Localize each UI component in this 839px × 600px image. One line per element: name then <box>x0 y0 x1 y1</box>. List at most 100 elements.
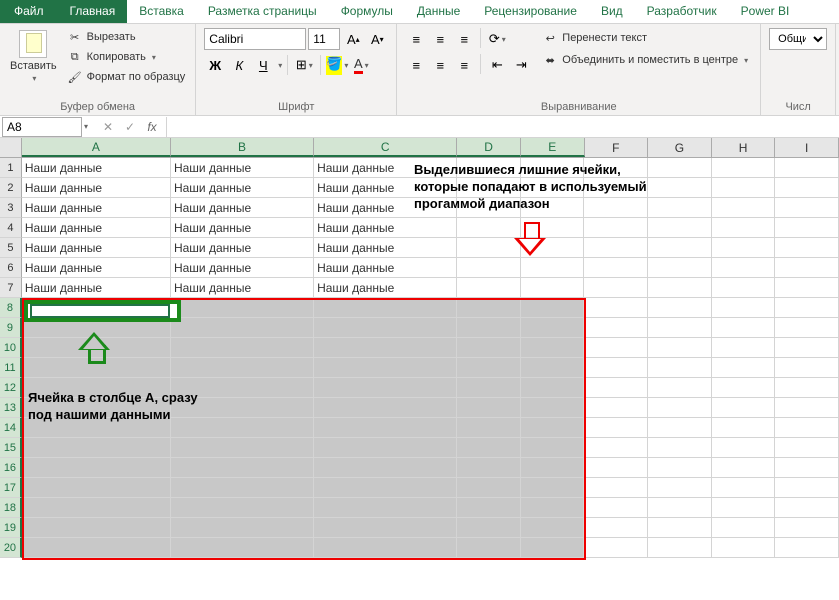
cell[interactable]: Наши данные <box>171 258 314 278</box>
cell[interactable] <box>712 258 776 278</box>
wrap-text-button[interactable]: ↩ Перенести текст <box>538 28 752 48</box>
increase-indent-button[interactable]: ⇥ <box>510 54 532 76</box>
cell[interactable] <box>648 358 712 378</box>
cell[interactable] <box>584 478 648 498</box>
cell[interactable] <box>314 338 457 358</box>
cell[interactable] <box>648 298 712 318</box>
fx-button[interactable]: fx <box>142 117 162 137</box>
orientation-button[interactable]: ⟳▾ <box>486 28 508 50</box>
cell[interactable] <box>584 398 648 418</box>
cell[interactable]: Наши данные <box>314 218 457 238</box>
cell[interactable] <box>22 538 171 558</box>
cell[interactable] <box>521 458 585 478</box>
cell[interactable] <box>22 498 171 518</box>
cell[interactable] <box>457 358 521 378</box>
cell[interactable] <box>457 398 521 418</box>
cell[interactable] <box>457 378 521 398</box>
cell[interactable] <box>584 458 648 478</box>
row-header[interactable]: 7 <box>0 278 22 298</box>
cell[interactable] <box>775 218 839 238</box>
cell[interactable] <box>171 298 314 318</box>
cell[interactable] <box>648 218 712 238</box>
cell[interactable] <box>521 478 585 498</box>
cell[interactable] <box>712 158 776 178</box>
cell[interactable] <box>171 538 314 558</box>
cell[interactable] <box>648 438 712 458</box>
row-header[interactable]: 11 <box>0 358 22 378</box>
cell[interactable] <box>775 418 839 438</box>
cell[interactable] <box>171 438 314 458</box>
align-left-button[interactable]: ≡ <box>405 54 427 76</box>
cell[interactable] <box>171 498 314 518</box>
cell[interactable] <box>712 398 776 418</box>
cell[interactable] <box>521 418 585 438</box>
cell[interactable] <box>775 318 839 338</box>
cell[interactable] <box>648 538 712 558</box>
cell[interactable] <box>775 498 839 518</box>
align-middle-button[interactable]: ≡ <box>429 28 451 50</box>
cancel-formula-button[interactable]: ✕ <box>98 117 118 137</box>
cell[interactable] <box>712 478 776 498</box>
row-header[interactable]: 15 <box>0 438 22 458</box>
col-header-D[interactable]: D <box>457 138 521 157</box>
cell[interactable] <box>171 518 314 538</box>
cell[interactable] <box>584 238 648 258</box>
row-header[interactable]: 16 <box>0 458 22 478</box>
tab-data[interactable]: Данные <box>405 0 472 23</box>
cell[interactable]: Наши данные <box>171 238 314 258</box>
cell[interactable] <box>584 278 648 298</box>
cell[interactable] <box>712 318 776 338</box>
cell[interactable] <box>775 258 839 278</box>
cell[interactable] <box>775 538 839 558</box>
cell[interactable] <box>314 378 457 398</box>
tab-review[interactable]: Рецензирование <box>472 0 589 23</box>
cell[interactable] <box>775 158 839 178</box>
cell[interactable]: Наши данные <box>171 278 314 298</box>
chevron-down-icon[interactable]: ▾ <box>84 122 88 131</box>
font-size-select[interactable] <box>308 28 340 50</box>
decrease-font-button[interactable]: A▾ <box>366 28 388 50</box>
cell[interactable] <box>584 338 648 358</box>
row-header[interactable]: 10 <box>0 338 22 358</box>
cell[interactable] <box>584 518 648 538</box>
align-center-button[interactable]: ≡ <box>429 54 451 76</box>
cell[interactable] <box>584 538 648 558</box>
align-bottom-button[interactable]: ≡ <box>453 28 475 50</box>
cell[interactable] <box>648 498 712 518</box>
cell[interactable] <box>712 378 776 398</box>
cell[interactable] <box>775 278 839 298</box>
cell[interactable] <box>521 278 585 298</box>
tab-layout[interactable]: Разметка страницы <box>196 0 329 23</box>
cell[interactable] <box>648 478 712 498</box>
cell[interactable] <box>712 218 776 238</box>
row-header[interactable]: 20 <box>0 538 22 558</box>
cell[interactable] <box>712 358 776 378</box>
col-header-I[interactable]: I <box>775 138 839 157</box>
cell[interactable] <box>775 438 839 458</box>
row-header[interactable]: 1 <box>0 158 22 178</box>
row-header[interactable]: 4 <box>0 218 22 238</box>
tab-powerbi[interactable]: Power BI <box>729 0 802 23</box>
cell[interactable] <box>521 338 585 358</box>
cell[interactable]: Наши данные <box>22 258 171 278</box>
cell[interactable]: Наши данные <box>22 278 171 298</box>
cell[interactable] <box>648 418 712 438</box>
row-header[interactable]: 8 <box>0 298 22 318</box>
row-header[interactable]: 19 <box>0 518 22 538</box>
col-header-B[interactable]: B <box>171 138 314 157</box>
cell[interactable] <box>775 238 839 258</box>
row-header[interactable]: 17 <box>0 478 22 498</box>
cell[interactable] <box>457 438 521 458</box>
cell[interactable] <box>712 438 776 458</box>
cell[interactable] <box>648 458 712 478</box>
cell[interactable] <box>584 378 648 398</box>
copy-button[interactable]: ⧉ Копировать ▾ <box>65 48 188 66</box>
cell[interactable] <box>521 538 585 558</box>
cell[interactable] <box>584 498 648 518</box>
tab-home[interactable]: Главная <box>58 0 128 23</box>
cell[interactable] <box>712 338 776 358</box>
row-header[interactable]: 13 <box>0 398 22 418</box>
cell[interactable] <box>648 238 712 258</box>
number-format-select[interactable]: Общий <box>769 28 827 50</box>
cell[interactable] <box>584 438 648 458</box>
